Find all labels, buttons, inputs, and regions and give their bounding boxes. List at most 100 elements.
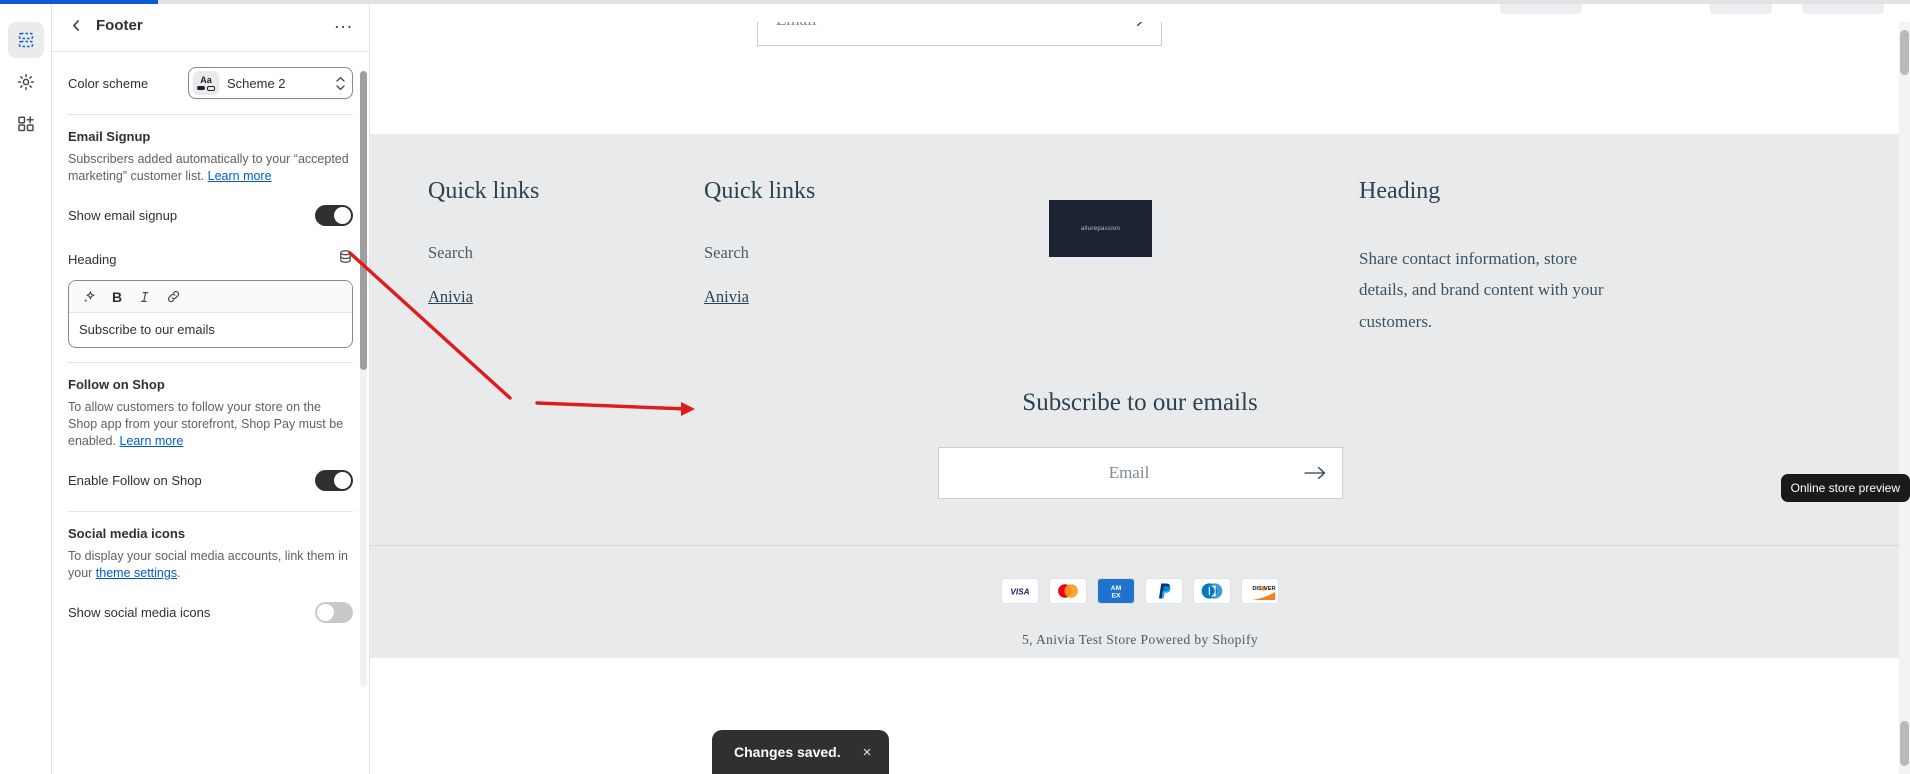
footer-column-quick-links-2: Quick links Search Anivia bbox=[704, 178, 1049, 337]
color-scheme-value: Scheme 2 bbox=[227, 75, 286, 91]
footer-link-anivia[interactable]: Anivia bbox=[428, 287, 704, 307]
color-scheme-row: Color scheme Aa Scheme 2 bbox=[68, 66, 353, 100]
section-settings-sidebar: Footer ... Color scheme Aa Scheme 2 Emai… bbox=[52, 0, 370, 774]
color-scheme-label: Color scheme bbox=[68, 75, 149, 91]
theme-settings-link[interactable]: theme settings bbox=[96, 566, 177, 580]
footer-column-body: Share contact information, store details… bbox=[1359, 249, 1604, 331]
preview-scrollbar-thumb-bottom[interactable] bbox=[1900, 721, 1909, 766]
heading-input-value[interactable]: Subscribe to our emails bbox=[69, 313, 352, 347]
bold-icon[interactable]: B bbox=[105, 285, 129, 309]
footer-column-quick-links-1: Quick links Search Anivia bbox=[428, 178, 704, 337]
heading-label: Heading bbox=[68, 251, 117, 267]
footer-copyright: 5, Anivia Test Store Powered by Shopify bbox=[1021, 632, 1259, 648]
follow-on-shop-description-text: To allow customers to follow your store … bbox=[68, 400, 344, 448]
heading-rich-text-editor[interactable]: B Subscribe to our emails bbox=[68, 280, 353, 349]
enable-follow-on-shop-toggle[interactable] bbox=[315, 469, 353, 491]
email-signup-title: Email Signup bbox=[68, 129, 151, 144]
svg-text:AM: AM bbox=[1111, 585, 1122, 592]
swatch-aa-text: Aa bbox=[200, 74, 212, 85]
footer-email-signup: Subscribe to our emails Email bbox=[370, 389, 1910, 545]
more-options-button[interactable]: ... bbox=[334, 13, 353, 34]
footer-email-submit-arrow-icon[interactable] bbox=[1302, 460, 1328, 486]
dynamic-source-button[interactable] bbox=[338, 249, 353, 269]
chevron-up-icon bbox=[336, 76, 345, 82]
store-footer: Quick links Search Anivia Quick links Se… bbox=[370, 134, 1910, 659]
top-email-input[interactable]: Email bbox=[757, 22, 1162, 46]
swatch-bar-hollow bbox=[207, 85, 215, 91]
enable-follow-on-shop-row: Enable Follow on Shop bbox=[68, 463, 353, 497]
payment-icon-visa: VISA bbox=[1001, 578, 1039, 605]
color-scheme-picker[interactable]: Aa Scheme 2 bbox=[188, 67, 353, 99]
preview-top-section: Email bbox=[370, 22, 1910, 134]
footer-link-search[interactable]: Search bbox=[704, 243, 1049, 263]
swatch-bar-filled bbox=[197, 85, 205, 90]
footer-columns: Quick links Search Anivia Quick links Se… bbox=[370, 178, 1910, 337]
brand-image-text: allurepassion bbox=[1080, 225, 1121, 232]
payment-methods-row: VISA AM EX DISC VER bbox=[370, 578, 1910, 605]
page-load-progress-fill bbox=[0, 0, 158, 4]
chevron-left-icon bbox=[72, 20, 79, 31]
payment-icon-discover: DISC VER bbox=[1241, 578, 1279, 605]
preview-scrollbar-thumb-top[interactable] bbox=[1900, 30, 1909, 75]
stepper-icon[interactable] bbox=[335, 76, 346, 91]
show-social-media-icons-toggle[interactable] bbox=[315, 601, 353, 623]
sidebar-scrollbar-thumb[interactable] bbox=[360, 71, 367, 370]
sidebar-header: Footer ... bbox=[52, 0, 369, 52]
store-preview-frame: Email Quick links Search Ani bbox=[370, 22, 1910, 774]
footer-column-heading: Heading bbox=[1359, 178, 1441, 204]
brand-image-card: allurepassion bbox=[1049, 200, 1152, 257]
sidebar-scroll-body: Color scheme Aa Scheme 2 Email Signup Su… bbox=[52, 52, 369, 774]
social-media-icons-title: Social media icons bbox=[68, 526, 186, 542]
footer-signup-heading: Subscribe to our emails bbox=[1022, 389, 1258, 417]
svg-text:EX: EX bbox=[1111, 593, 1121, 600]
social-media-description-suffix: . bbox=[177, 565, 181, 580]
footer-link-search[interactable]: Search bbox=[428, 243, 704, 263]
sparkle-icon[interactable] bbox=[77, 285, 101, 309]
social-media-description: To display your social media accounts, l… bbox=[68, 548, 353, 581]
payment-icon-mastercard bbox=[1049, 578, 1087, 605]
footer-link-anivia[interactable]: Anivia bbox=[704, 287, 1049, 307]
rail-item-apps[interactable] bbox=[8, 106, 44, 142]
footer-column-heading-text: Heading Share contact information, store… bbox=[1359, 178, 1852, 337]
rte-toolbar: B bbox=[69, 281, 352, 314]
email-signup-description: Subscribers added automatically to your … bbox=[68, 151, 353, 184]
italic-icon[interactable] bbox=[133, 285, 157, 309]
gear-icon bbox=[17, 73, 34, 91]
toast-close-icon[interactable]: × bbox=[863, 744, 872, 761]
divider bbox=[68, 511, 353, 513]
heading-label-row: Heading bbox=[68, 242, 353, 276]
page-title: Footer bbox=[96, 17, 143, 34]
sections-icon bbox=[18, 32, 33, 48]
link-icon[interactable] bbox=[161, 285, 185, 309]
footer-column-brand-image: allurepassion bbox=[1049, 178, 1359, 337]
toggle-knob bbox=[317, 603, 334, 621]
show-email-signup-row: Show email signup bbox=[68, 198, 353, 232]
follow-on-shop-title: Follow on Shop bbox=[68, 377, 165, 393]
follow-on-shop-learn-more-link[interactable]: Learn more bbox=[119, 434, 183, 448]
top-email-signup-form: Email bbox=[757, 22, 1162, 46]
show-email-signup-toggle[interactable] bbox=[315, 204, 353, 226]
store-preview-pane: Email Quick links Search Ani bbox=[370, 0, 1910, 774]
theme-editor-app: Footer ... Color scheme Aa Scheme 2 Emai… bbox=[0, 0, 1910, 774]
footer-column-heading: Quick links bbox=[428, 178, 540, 204]
divider bbox=[68, 114, 353, 115]
footer-column-heading: Quick links bbox=[704, 178, 816, 204]
footer-email-placeholder: Email bbox=[1108, 463, 1150, 483]
show-email-signup-label: Show email signup bbox=[68, 207, 178, 223]
show-social-media-icons-row: Show social media icons bbox=[68, 595, 353, 629]
toggle-knob bbox=[334, 206, 351, 224]
color-scheme-swatch-icon: Aa bbox=[193, 71, 219, 95]
email-signup-learn-more-link[interactable]: Learn more bbox=[208, 169, 272, 183]
top-email-submit-arrow-icon[interactable] bbox=[1121, 22, 1147, 33]
toast-message: Changes saved. bbox=[734, 744, 841, 760]
apps-icon bbox=[17, 116, 34, 132]
back-button[interactable] bbox=[66, 16, 86, 36]
rail-item-theme-settings[interactable] bbox=[8, 64, 44, 100]
page-load-progress-track bbox=[0, 0, 1910, 4]
rail-item-sections[interactable] bbox=[7, 22, 44, 58]
show-social-media-icons-label: Show social media icons bbox=[68, 604, 211, 620]
sidebar-scrollbar[interactable] bbox=[360, 71, 367, 687]
footer-email-input[interactable]: Email bbox=[937, 447, 1343, 500]
chevron-down-icon bbox=[336, 84, 345, 90]
preview-scrollbar[interactable] bbox=[1899, 22, 1910, 774]
